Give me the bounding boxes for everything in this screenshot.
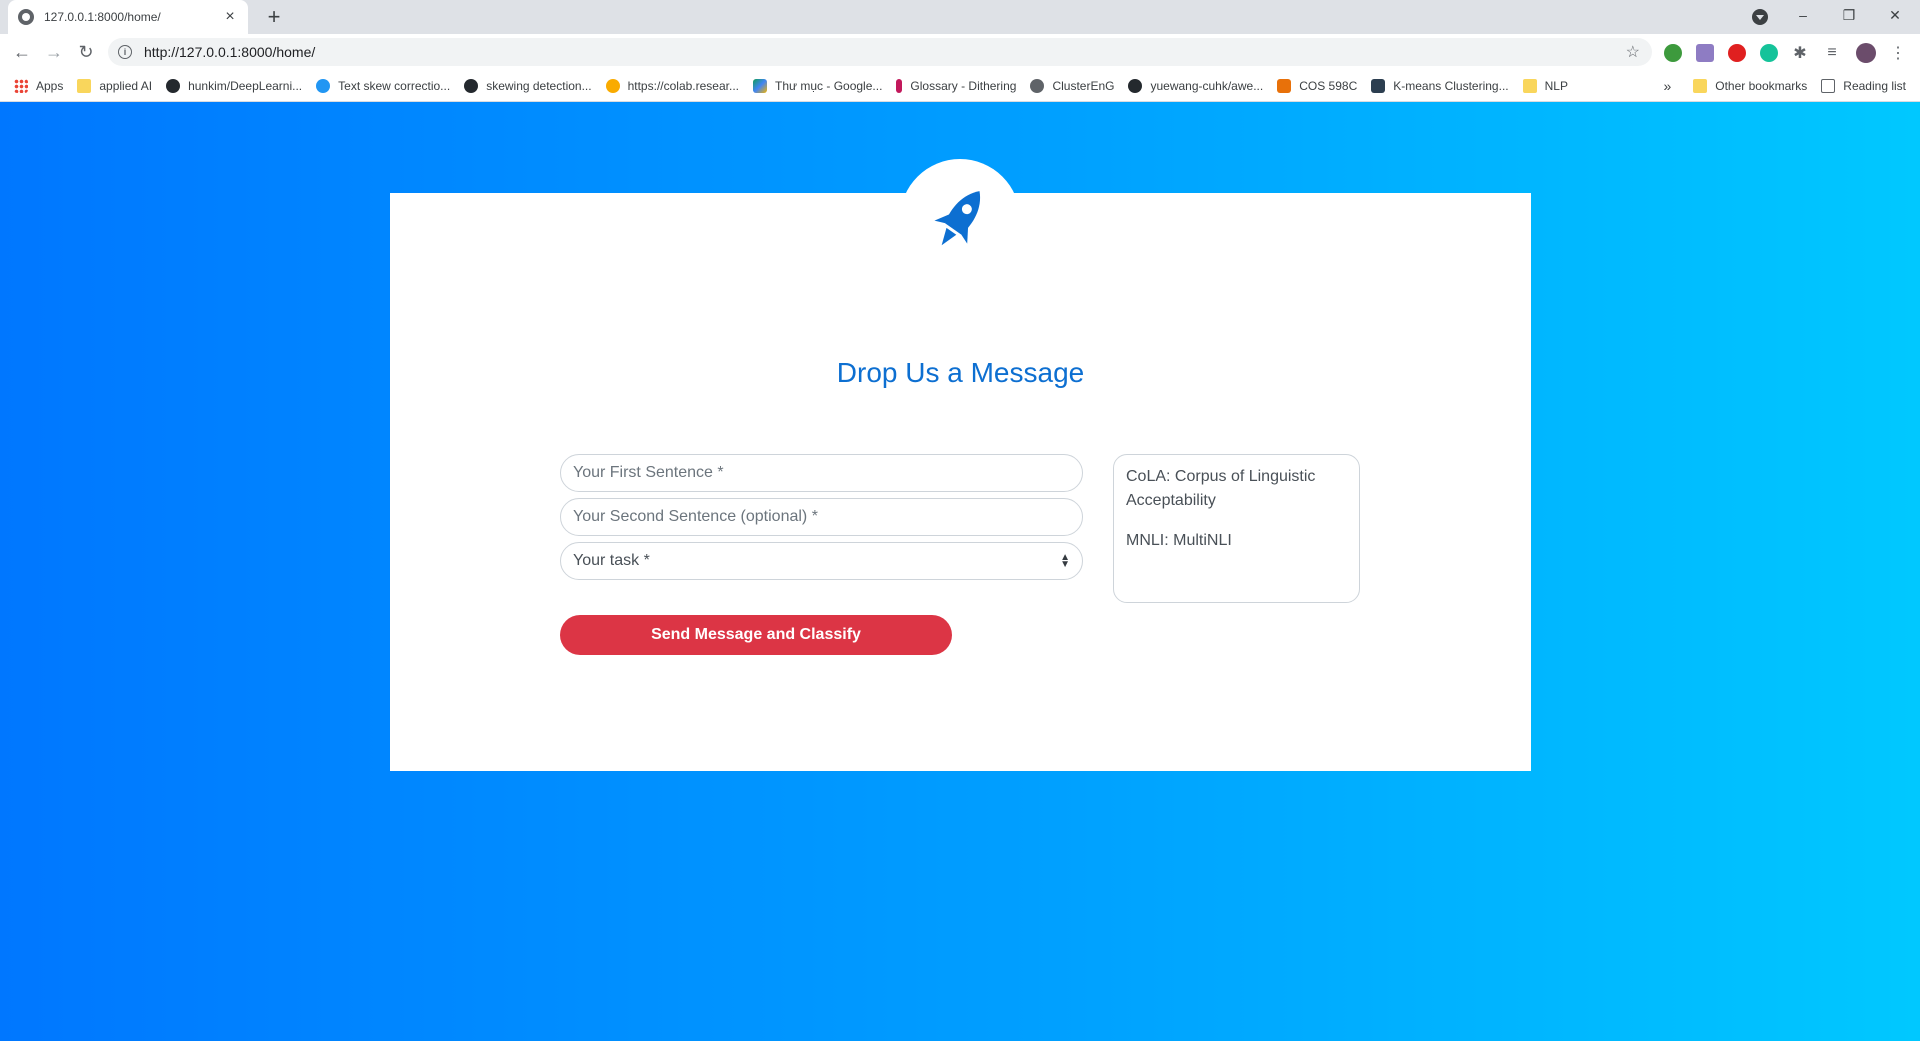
extension-globe-icon[interactable] — [1664, 44, 1682, 62]
folder-icon — [77, 78, 92, 93]
site-icon — [316, 78, 331, 93]
folder-icon — [1522, 78, 1537, 93]
github-icon — [1128, 78, 1143, 93]
bookmark-skewing[interactable]: skewing detection... — [464, 78, 592, 93]
bookmark-folder-applied-ai[interactable]: applied AI — [77, 78, 153, 93]
bookmark-label: COS 598C — [1299, 78, 1358, 93]
send-classify-button[interactable]: Send Message and Classify — [560, 615, 952, 655]
restore-button[interactable]: ❐ — [1826, 0, 1872, 30]
new-tab-button[interactable]: + — [262, 5, 286, 29]
close-window-button[interactable]: ✕ — [1872, 0, 1918, 30]
bookmark-hunkim[interactable]: hunkim/DeepLearni... — [166, 78, 303, 93]
github-icon — [464, 78, 479, 93]
task-info-box: CoLA: Corpus of Linguistic Acceptability… — [1113, 454, 1360, 603]
bookmark-label: Text skew correctio... — [338, 78, 451, 93]
rocket-icon — [900, 159, 1020, 279]
bookmark-folder-nlp[interactable]: NLP — [1522, 78, 1568, 93]
site-icon — [896, 78, 903, 93]
tab-strip: 127.0.0.1:8000/home/ × + – ❐ ✕ — [0, 0, 1920, 34]
shield-icon — [1277, 78, 1292, 93]
apps-grid-icon — [14, 78, 28, 93]
bookmark-label: hunkim/DeepLearni... — [188, 78, 303, 93]
first-sentence-placeholder: Your First Sentence * — [573, 464, 724, 481]
bookmark-label: Reading list — [1843, 79, 1906, 93]
bookmark-label: Thư mục - Google... — [775, 78, 883, 93]
bookmark-label: K-means Clustering... — [1393, 78, 1509, 93]
bookmark-apps[interactable]: Apps — [14, 78, 64, 93]
bookmark-label: Other bookmarks — [1715, 79, 1808, 93]
globe-icon — [18, 9, 34, 25]
extensions-puzzle-icon[interactable]: ✱ — [1788, 41, 1812, 65]
avatar[interactable] — [1856, 43, 1876, 63]
bookmark-other[interactable]: Other bookmarks — [1693, 79, 1807, 93]
select-arrows-icon: ▲ ▼ — [1060, 552, 1070, 570]
reading-list-icon[interactable]: ≡ — [1820, 41, 1844, 65]
tab-search-icon[interactable] — [1752, 9, 1768, 25]
github-icon — [166, 78, 181, 93]
bookmark-label: https://colab.resear... — [627, 78, 739, 93]
bookmarks-right: » Other bookmarks Reading list — [1663, 70, 1920, 102]
page-title: Drop Us a Message — [836, 357, 1085, 388]
bookmark-label: NLP — [1544, 78, 1568, 93]
bookmark-glossary[interactable]: Glossary - Dithering — [896, 78, 1017, 93]
info-icon[interactable]: i — [118, 45, 132, 59]
reload-icon[interactable]: ↻ — [74, 40, 98, 64]
bookmark-label: Glossary - Dithering — [910, 78, 1017, 93]
bookmarks-bar: Apps applied AI hunkim/DeepLearni... Tex… — [0, 70, 1920, 102]
menu-kebab-icon[interactable]: ⋮ — [1886, 41, 1910, 65]
task-info-cola: CoLA: Corpus of Linguistic Acceptability — [1126, 468, 1316, 509]
bookmarks-overflow-button[interactable]: » — [1663, 78, 1671, 94]
bookmark-google-drive[interactable]: Thư mục - Google... — [753, 78, 883, 93]
url-text: http://127.0.0.1:8000/home/ — [144, 44, 316, 60]
reading-list-icon — [1821, 79, 1836, 93]
globe-icon — [1030, 78, 1045, 93]
reading-list-button[interactable]: Reading list — [1821, 79, 1906, 93]
bookmark-label: applied AI — [99, 78, 153, 93]
extension-grammarly-icon[interactable] — [1760, 44, 1778, 62]
site-icon — [1371, 78, 1386, 93]
folder-icon — [1693, 79, 1708, 93]
bookmark-label: skewing detection... — [486, 78, 592, 93]
address-bar[interactable]: i http://127.0.0.1:8000/home/ ☆ — [108, 38, 1652, 66]
extension-reader-icon[interactable] — [1696, 44, 1714, 62]
forward-icon[interactable]: → — [42, 40, 66, 64]
bookmark-text-skew[interactable]: Text skew correctio... — [316, 78, 451, 93]
browser-toolbar: ← → ↻ i http://127.0.0.1:8000/home/ ☆ ✱ … — [0, 34, 1920, 70]
first-sentence-input[interactable]: Your First Sentence * — [560, 454, 1083, 492]
colab-icon — [605, 78, 620, 93]
bookmark-label: Apps — [36, 78, 64, 93]
second-sentence-input[interactable]: Your Second Sentence (optional) * — [560, 498, 1083, 536]
bookmark-cos598c[interactable]: COS 598C — [1277, 78, 1358, 93]
tab-close-icon[interactable]: × — [222, 8, 238, 26]
back-icon[interactable]: ← — [10, 40, 34, 64]
task-select[interactable]: Your task * ▲ ▼ — [560, 542, 1083, 580]
task-select-value: Your task * — [573, 552, 650, 569]
bookmark-colab[interactable]: https://colab.resear... — [605, 78, 739, 93]
bookmark-kmeans[interactable]: K-means Clustering... — [1371, 78, 1509, 93]
browser-tab[interactable]: 127.0.0.1:8000/home/ × — [8, 0, 248, 34]
bookmark-label: yuewang-cuhk/awe... — [1150, 78, 1264, 93]
bookmark-label: ClusterEnG — [1052, 78, 1115, 93]
extension-adblock-icon[interactable] — [1728, 44, 1746, 62]
bookmark-yuewang[interactable]: yuewang-cuhk/awe... — [1128, 78, 1264, 93]
task-info-mnli: MNLI: MultiNLI — [1126, 532, 1232, 549]
minimize-button[interactable]: – — [1780, 0, 1826, 30]
bookmark-star-icon[interactable]: ☆ — [1626, 42, 1640, 62]
tab-title: 127.0.0.1:8000/home/ — [44, 10, 161, 24]
drive-icon — [753, 78, 767, 93]
bookmark-clustereng[interactable]: ClusterEnG — [1030, 78, 1115, 93]
second-sentence-placeholder: Your Second Sentence (optional) * — [573, 508, 818, 525]
